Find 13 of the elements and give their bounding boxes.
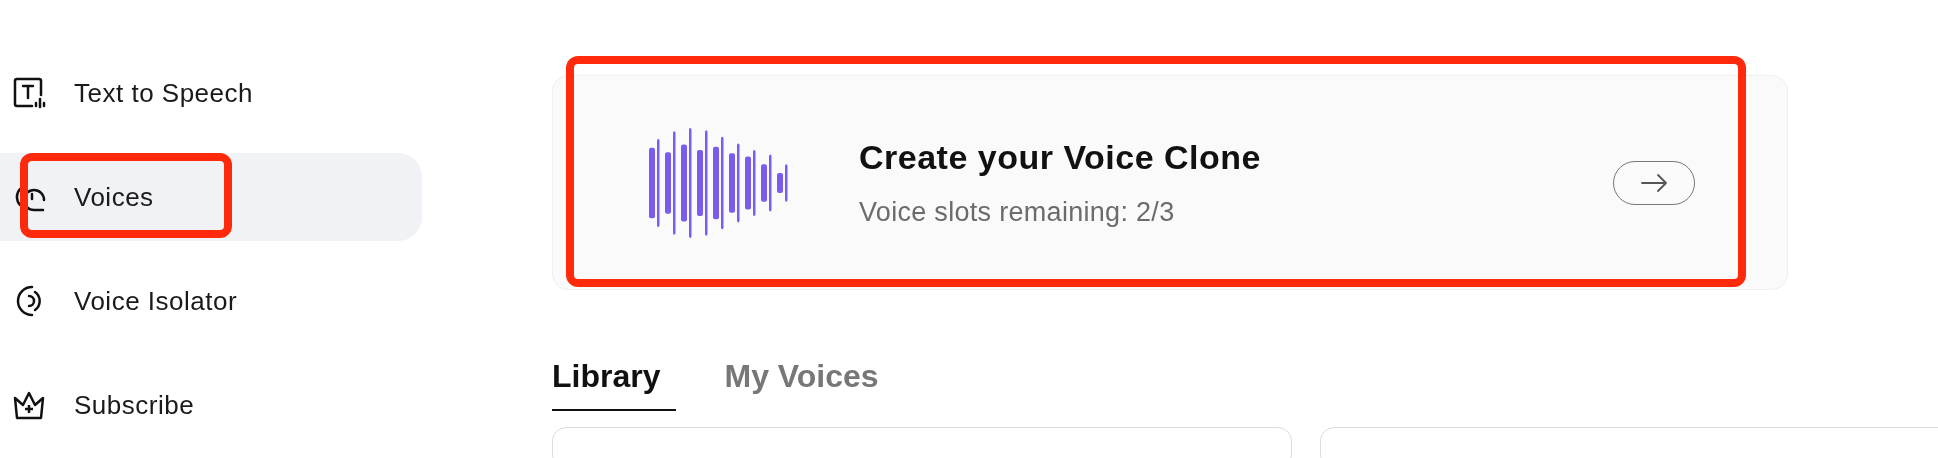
voice-clone-card[interactable]: Create your Voice Clone Voice slots remaining: 2/3: [552, 75, 1788, 290]
card-title: Create your Voice Clone: [859, 137, 1262, 177]
sidebar-item[interactable]: Voices: [0, 153, 422, 241]
text-speech-icon: [12, 76, 46, 110]
card-subtitle: Voice slots remaining: 2/3: [859, 196, 1176, 228]
sidebar-label: Voices: [74, 181, 154, 213]
arrow-right-icon: [1640, 172, 1668, 193]
sidebar-label: Subscribe: [74, 389, 195, 421]
voice-card[interactable]: [552, 427, 1292, 458]
sidebar-label: Text to Speech: [74, 77, 253, 109]
tab[interactable]: Library: [552, 358, 677, 411]
sidebar-label: Voice Isolator: [74, 285, 238, 317]
tab[interactable]: My Voices: [724, 358, 895, 411]
